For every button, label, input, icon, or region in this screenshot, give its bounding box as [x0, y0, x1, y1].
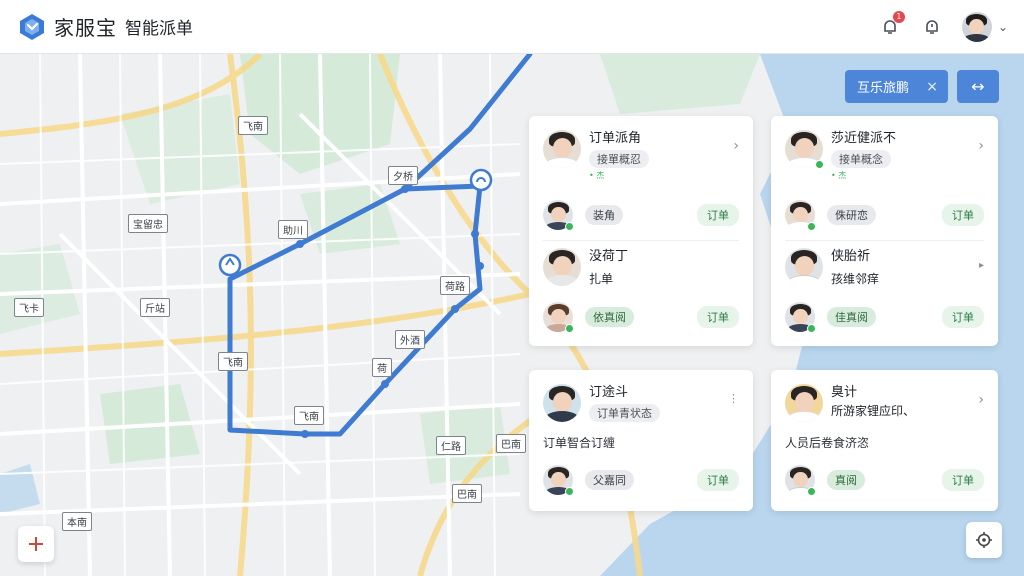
avatar — [785, 384, 823, 422]
page-title: 智能派单 — [125, 19, 193, 39]
card-body: 人员后卷食济恣 — [785, 436, 870, 450]
card-body: 订单智合订缠 — [543, 436, 616, 450]
card-title: 订单派角 — [589, 131, 642, 146]
route-end-pin[interactable] — [469, 168, 493, 192]
more-icon[interactable]: ⋮ — [728, 392, 739, 405]
dispatch-card[interactable]: 订途斗 订单青状态 ⋮ 订单智合订缠 父嘉同 订单 — [529, 370, 753, 511]
status-tag: 接单概念 — [831, 150, 891, 168]
worker-chip: 依真阅 — [585, 307, 634, 327]
order-button[interactable]: 订单 — [942, 306, 984, 328]
card-title: 臭计 — [831, 385, 858, 400]
card-note: • 杰 — [589, 171, 605, 180]
close-icon[interactable]: × — [926, 79, 938, 95]
worker-chip: 侏研恋 — [827, 205, 876, 225]
avatar — [543, 384, 581, 422]
order-button[interactable]: 订单 — [697, 306, 739, 328]
dispatch-card[interactable]: 臭计 所游家锂应印、 › 人员后卷食济恣 真阅 订单 — [771, 370, 998, 511]
map-label: 仁路 — [436, 436, 466, 455]
map-label: 荷 — [372, 358, 392, 377]
locate-icon — [976, 532, 992, 548]
filter-label: 互乐旅鹏 — [857, 81, 910, 96]
map-label: 飞南 — [218, 352, 248, 371]
section-title: 没荷丁 — [589, 249, 629, 264]
worker-chip: 真阅 — [827, 470, 865, 490]
status-tag: 订单青状态 — [589, 404, 660, 422]
app-logo[interactable] — [18, 13, 46, 41]
worker-chip: 佳真阅 — [827, 307, 876, 327]
map-label: 本南 — [62, 512, 92, 531]
map-label: 荷路 — [440, 276, 470, 295]
worker-chip: 装角 — [585, 205, 623, 225]
order-button[interactable]: 订单 — [697, 469, 739, 491]
map-label: 飞南 — [294, 406, 324, 425]
worker-chip: 父嘉同 — [585, 470, 634, 490]
swap-icon: ↔ — [971, 77, 985, 96]
bell-alert-icon — [926, 20, 938, 34]
card-title: 订途斗 — [589, 385, 629, 400]
chevron-right-icon[interactable]: › — [978, 138, 984, 154]
order-button[interactable]: 订单 — [942, 469, 984, 491]
section-title: 侠胎祈 — [831, 249, 871, 264]
dispatch-card[interactable]: 莎近健派不 接单概念 • 杰 › 侏研恋 订单 侠胎祈 孩维邻痒 ▸ 佳真阅 订… — [771, 116, 998, 346]
avatar — [785, 248, 823, 286]
chevron-right-icon[interactable]: › — [733, 138, 739, 154]
map-label: 飞卡 — [14, 298, 44, 317]
chevron-down-icon: ⌄ — [997, 20, 1008, 34]
route-start-pin[interactable] — [218, 253, 242, 277]
status-tag: 接單概忍 — [589, 150, 649, 168]
user-menu[interactable]: ⌄ — [961, 12, 1008, 42]
map-label: 巴南 — [496, 434, 526, 453]
order-button[interactable]: 订单 — [697, 204, 739, 226]
crosshair-plus-icon — [29, 537, 43, 551]
notification-badge: 1 — [892, 11, 905, 23]
swap-button[interactable]: ↔ — [957, 70, 999, 103]
card-title: 莎近健派不 — [831, 131, 897, 146]
map-label: 飞南 — [238, 116, 268, 135]
card-subtitle: 所游家锂应印、 — [831, 404, 916, 418]
order-button[interactable]: 订单 — [942, 204, 984, 226]
alert-button[interactable] — [920, 15, 944, 39]
section-subtitle: 孩维邻痒 — [831, 272, 880, 286]
map-label: 斤站 — [140, 298, 170, 317]
locate-button[interactable] — [966, 522, 1002, 558]
map-label: 助川 — [278, 220, 308, 239]
avatar — [543, 248, 581, 286]
add-marker-button[interactable] — [18, 526, 54, 562]
card-note: • 杰 — [831, 171, 847, 180]
chevron-right-icon[interactable]: ▸ — [979, 260, 984, 271]
chevron-right-icon[interactable]: › — [978, 392, 984, 408]
dispatch-card[interactable]: 订单派角 接單概忍 • 杰 › 装角 订单 没荷丁 扎单 依真阅 订单 — [529, 116, 753, 346]
avatar — [543, 130, 581, 168]
app-window: 家服宝 智能派单 1 ⌄ 飞南 夕桥 宝留忠 助川 荷路 飞卡 斤站 外酒 飞南… — [0, 0, 1024, 576]
section-subtitle: 扎单 — [589, 272, 614, 286]
brand-name: 家服宝 — [54, 16, 117, 40]
notification-button[interactable]: 1 — [878, 11, 905, 39]
map-label: 巴南 — [452, 484, 482, 503]
top-bar: 家服宝 智能派单 1 ⌄ — [0, 0, 1024, 54]
filter-button[interactable]: 互乐旅鹏 × — [845, 70, 948, 103]
map-label: 宝留忠 — [128, 214, 168, 233]
map-label: 外酒 — [395, 330, 425, 349]
map-label: 夕桥 — [388, 166, 418, 185]
avatar — [961, 12, 992, 42]
